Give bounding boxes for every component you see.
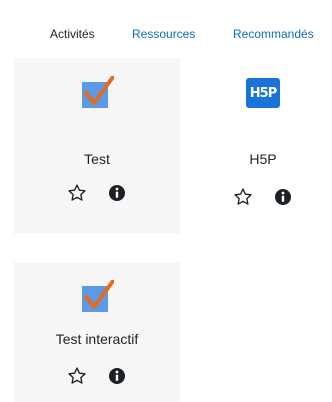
activity-card-actions (14, 182, 180, 204)
info-icon[interactable] (106, 365, 128, 387)
quiz-checkbox-icon (80, 75, 115, 110)
activity-chooser: Activités Ressources Recommandés Test H5… (0, 0, 332, 402)
quiz-checkbox-icon (80, 279, 115, 314)
info-icon[interactable] (272, 186, 294, 208)
tab-ressources[interactable]: Ressources (132, 26, 195, 42)
activity-card-label: Test interactif (55, 331, 139, 347)
activity-card-actions (180, 186, 332, 208)
activity-card-actions (14, 365, 180, 387)
info-icon[interactable] (106, 182, 128, 204)
tab-activites[interactable]: Activités (50, 26, 95, 42)
h5p-icon: H5P (246, 76, 280, 110)
star-icon[interactable] (66, 182, 88, 204)
activity-card-test-interactif[interactable]: Test interactif (14, 262, 180, 402)
h5p-badge: H5P (246, 78, 280, 108)
star-icon[interactable] (66, 365, 88, 387)
activity-card-label: Test (84, 151, 110, 167)
activity-card-test[interactable]: Test (14, 58, 180, 234)
star-icon[interactable] (232, 186, 254, 208)
activity-card-h5p[interactable]: H5P H5P (180, 58, 332, 230)
activity-card-label: H5P (249, 151, 277, 167)
tab-recommandes[interactable]: Recommandés (233, 26, 314, 42)
chooser-tabs: Activités Ressources Recommandés (0, 26, 332, 46)
